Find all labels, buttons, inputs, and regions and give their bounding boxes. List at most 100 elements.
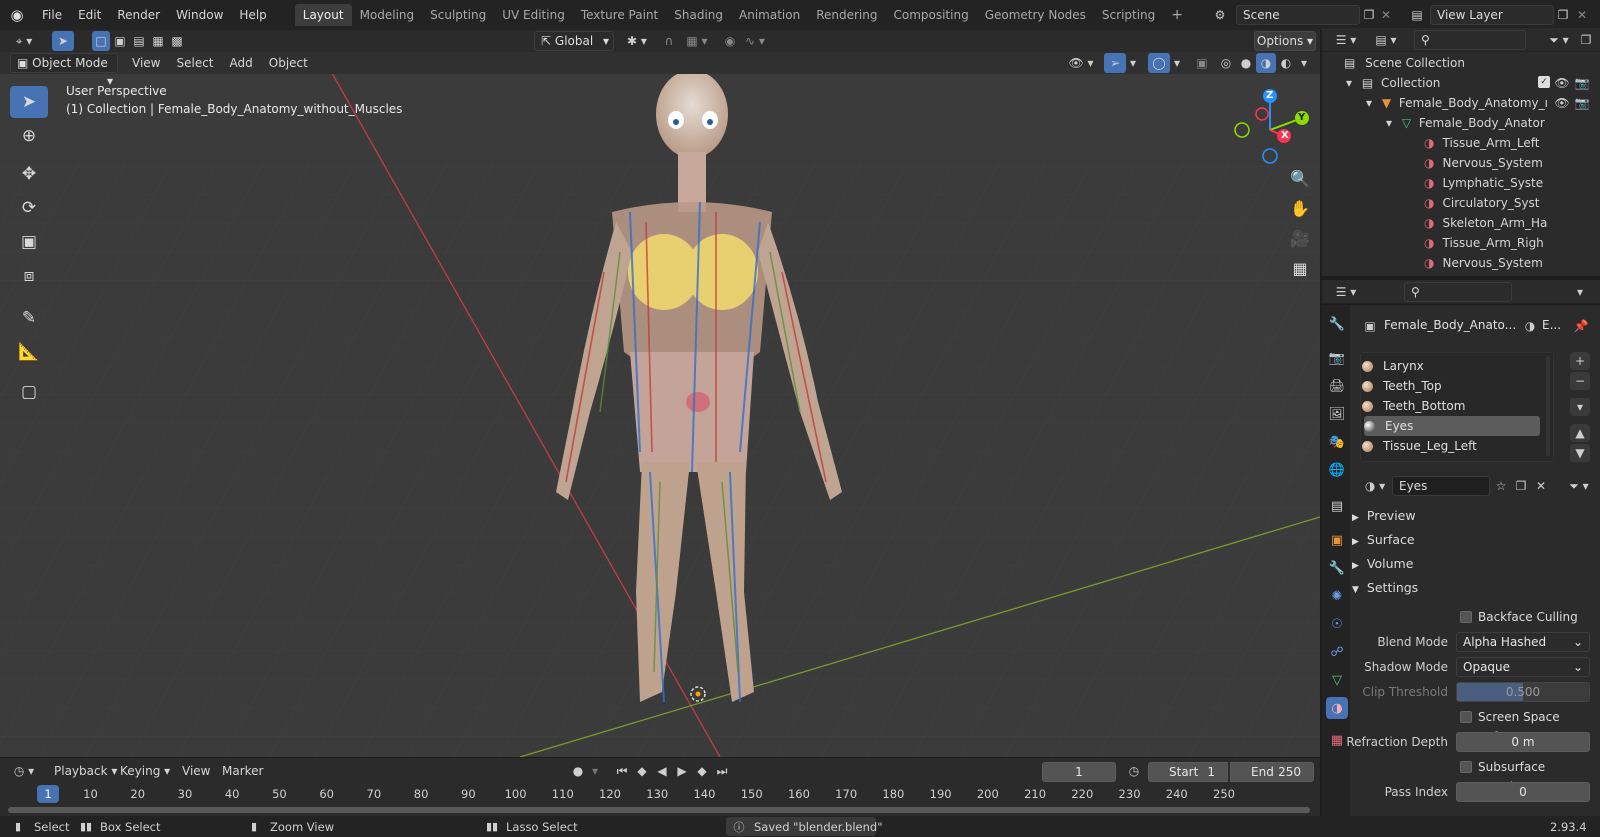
unlink-material-icon[interactable]: ✕ xyxy=(1532,476,1550,496)
particles-tab-icon[interactable]: ✺ xyxy=(1326,585,1348,607)
duplicate-material-icon[interactable]: ❐ xyxy=(1512,476,1530,496)
outliner-material[interactable]: ◑ Nervous_System xyxy=(1424,153,1590,173)
material-specials-icon[interactable]: ▾ xyxy=(1570,398,1590,416)
tool-select-icon[interactable]: ➤ xyxy=(52,31,74,51)
tab-texture-paint[interactable]: Texture Paint xyxy=(573,4,666,26)
collection-checkbox-icon[interactable]: ✓ xyxy=(1538,76,1550,88)
fake-user-icon[interactable]: ☆ xyxy=(1492,476,1510,496)
pass-index-field[interactable]: 0 xyxy=(1456,782,1590,802)
sss-checkbox[interactable] xyxy=(1460,761,1472,773)
start-frame-field[interactable]: Start 1 xyxy=(1148,762,1228,782)
collection-eye-icon[interactable]: 👁 xyxy=(1554,73,1570,93)
measure-tool-icon[interactable]: 📐 xyxy=(10,336,48,368)
select-mode-extend-icon[interactable]: ▣ xyxy=(111,31,129,51)
zoom-icon[interactable]: 🔍 xyxy=(1286,164,1314,192)
properties-search-input[interactable]: ⚲ xyxy=(1404,282,1512,302)
select-mode-subtract-icon[interactable]: ▤ xyxy=(130,31,148,51)
editor-type-icon[interactable]: ⌖ ▾ xyxy=(8,31,40,51)
overlays-toggle-icon[interactable]: ◯ xyxy=(1148,53,1170,73)
camera-view-icon[interactable]: 🎥 xyxy=(1286,224,1314,252)
next-keyframe-icon[interactable]: ◆ xyxy=(692,761,712,781)
perspective-toggle-icon[interactable]: ▦ xyxy=(1286,254,1314,282)
material-list-scrollbar[interactable] xyxy=(1546,356,1550,456)
viewport-menu-object[interactable]: Object xyxy=(261,52,316,74)
blender-logo-icon[interactable]: ◉ xyxy=(0,0,34,30)
material-preview-shading-icon[interactable]: ◑ xyxy=(1256,53,1276,73)
collection-camera-icon[interactable]: 📷 xyxy=(1574,73,1590,93)
timeline-editor-type-icon[interactable]: ◷ ▾ xyxy=(8,761,40,781)
view-layer-tab-icon[interactable]: 🖼 xyxy=(1326,403,1348,425)
snap-icon[interactable]: ∩ xyxy=(658,31,680,51)
scene-field[interactable]: Scene xyxy=(1236,5,1360,25)
tab-rendering[interactable]: Rendering xyxy=(808,4,885,26)
play-icon[interactable]: ▶ xyxy=(672,761,692,781)
outliner-search-input[interactable]: ⚲ xyxy=(1414,30,1526,50)
tab-layout[interactable]: Layout xyxy=(294,4,352,26)
outliner-filter-icon[interactable]: ⏷ ▾ xyxy=(1544,30,1574,50)
add-material-slot-icon[interactable]: + xyxy=(1570,352,1590,370)
move-tool-icon[interactable]: ✥ xyxy=(10,158,48,190)
refraction-depth-field[interactable]: 0 m xyxy=(1456,732,1590,752)
proportional-edit-icon[interactable]: ◉ xyxy=(720,31,740,51)
move-slot-up-icon[interactable]: ▲ xyxy=(1570,424,1590,442)
backface-culling-checkbox[interactable] xyxy=(1460,611,1472,623)
render-tab-icon[interactable]: 📷 xyxy=(1326,347,1348,369)
material-slot[interactable]: Tissue_Leg_Left xyxy=(1362,436,1540,456)
world-tab-icon[interactable]: 🌐 xyxy=(1326,459,1348,481)
tab-uv-editing[interactable]: UV Editing xyxy=(494,4,573,26)
add-workspace-icon[interactable]: + xyxy=(1163,4,1191,26)
timeline-menu-keying[interactable]: Keying ▾ xyxy=(112,760,178,782)
panel-volume[interactable]: ▶ Volume xyxy=(1352,552,1592,576)
pin-icon[interactable]: 📌 xyxy=(1572,316,1590,336)
select-tool-icon[interactable]: ➤ xyxy=(10,86,48,118)
new-collection-icon[interactable]: ❐ xyxy=(1576,30,1596,50)
object-mode-dropdown[interactable]: ▣ Object Mode ▾ xyxy=(10,53,118,88)
tab-compositing[interactable]: Compositing xyxy=(885,4,976,26)
material-browse-icon[interactable]: ◑ ▾ xyxy=(1360,476,1390,496)
outliner-editor-type-icon[interactable]: ☰ ▾ xyxy=(1330,30,1362,50)
outliner-object-parent[interactable]: ▾ ▼ Female_Body_Anatomy_ı xyxy=(1366,93,1552,113)
menu-window[interactable]: Window xyxy=(168,4,231,26)
annotate-tool-icon[interactable]: ✎ xyxy=(10,302,48,334)
panel-preview[interactable]: ▶ Preview xyxy=(1352,504,1592,528)
delete-view-layer-icon[interactable]: ✕ xyxy=(1574,5,1590,25)
jump-end-icon[interactable]: ⏭ xyxy=(712,761,732,781)
tab-modeling[interactable]: Modeling xyxy=(352,4,423,26)
output-tab-icon[interactable]: 🖨 xyxy=(1326,375,1348,397)
gizmo-dropdown-icon[interactable]: ▾ xyxy=(1126,53,1140,73)
outliner-material[interactable]: ◑ Skeleton_Arm_Ha xyxy=(1424,213,1590,233)
solid-shading-icon[interactable]: ● xyxy=(1236,53,1256,73)
material-slot[interactable]: Teeth_Bottom xyxy=(1362,396,1540,416)
texture-tab-icon[interactable]: ▦ xyxy=(1326,729,1348,751)
jump-start-icon[interactable]: ⏮ xyxy=(612,761,632,781)
move-slot-down-icon[interactable]: ▼ xyxy=(1570,444,1590,462)
physics-tab-icon[interactable]: ☉ xyxy=(1326,613,1348,635)
menu-edit[interactable]: Edit xyxy=(70,4,109,26)
material-link-mode-icon[interactable]: ⏷ ▾ xyxy=(1564,476,1594,496)
material-slot[interactable]: Teeth_Top xyxy=(1362,376,1540,396)
viewport-menu-select[interactable]: Select xyxy=(168,52,221,74)
object-eye-icon[interactable]: 👁 xyxy=(1554,93,1570,113)
properties-editor-type-icon[interactable]: ☰ ▾ xyxy=(1330,282,1362,302)
end-frame-field[interactable]: End 250 xyxy=(1230,762,1314,782)
select-mode-invert-icon[interactable]: ▦ xyxy=(149,31,167,51)
viewport-menu-add[interactable]: Add xyxy=(222,52,261,74)
object-camera-icon[interactable]: 📷 xyxy=(1574,93,1590,113)
constraints-tab-icon[interactable]: ☍ xyxy=(1326,641,1348,663)
outliner-material[interactable]: ◑ Tissue_Arm_Righ xyxy=(1424,233,1590,253)
gizmo-toggle-icon[interactable]: ➢ xyxy=(1104,53,1126,73)
prev-keyframe-icon[interactable]: ◆ xyxy=(632,761,652,781)
menu-help[interactable]: Help xyxy=(231,4,274,26)
delete-scene-icon[interactable]: ✕ xyxy=(1378,5,1394,25)
play-reverse-icon[interactable]: ◀ xyxy=(652,761,672,781)
material-slot[interactable]: Larynx xyxy=(1362,356,1540,376)
clip-threshold-slider[interactable]: 0.500 xyxy=(1456,682,1590,702)
tab-geometry-nodes[interactable]: Geometry Nodes xyxy=(977,4,1094,26)
object-tab-icon[interactable]: ▣ xyxy=(1326,529,1348,551)
options-dropdown[interactable]: Options ▾ xyxy=(1254,31,1316,51)
blend-mode-dropdown[interactable]: Alpha Hashed ⌄ xyxy=(1456,632,1590,652)
outliner-scene-collection[interactable]: ▤ Scene Collection xyxy=(1344,53,1584,73)
material-slot-selected[interactable]: Eyes xyxy=(1364,416,1540,436)
preview-range-icon[interactable]: ◷ xyxy=(1124,761,1144,781)
tab-scripting[interactable]: Scripting xyxy=(1094,4,1163,26)
